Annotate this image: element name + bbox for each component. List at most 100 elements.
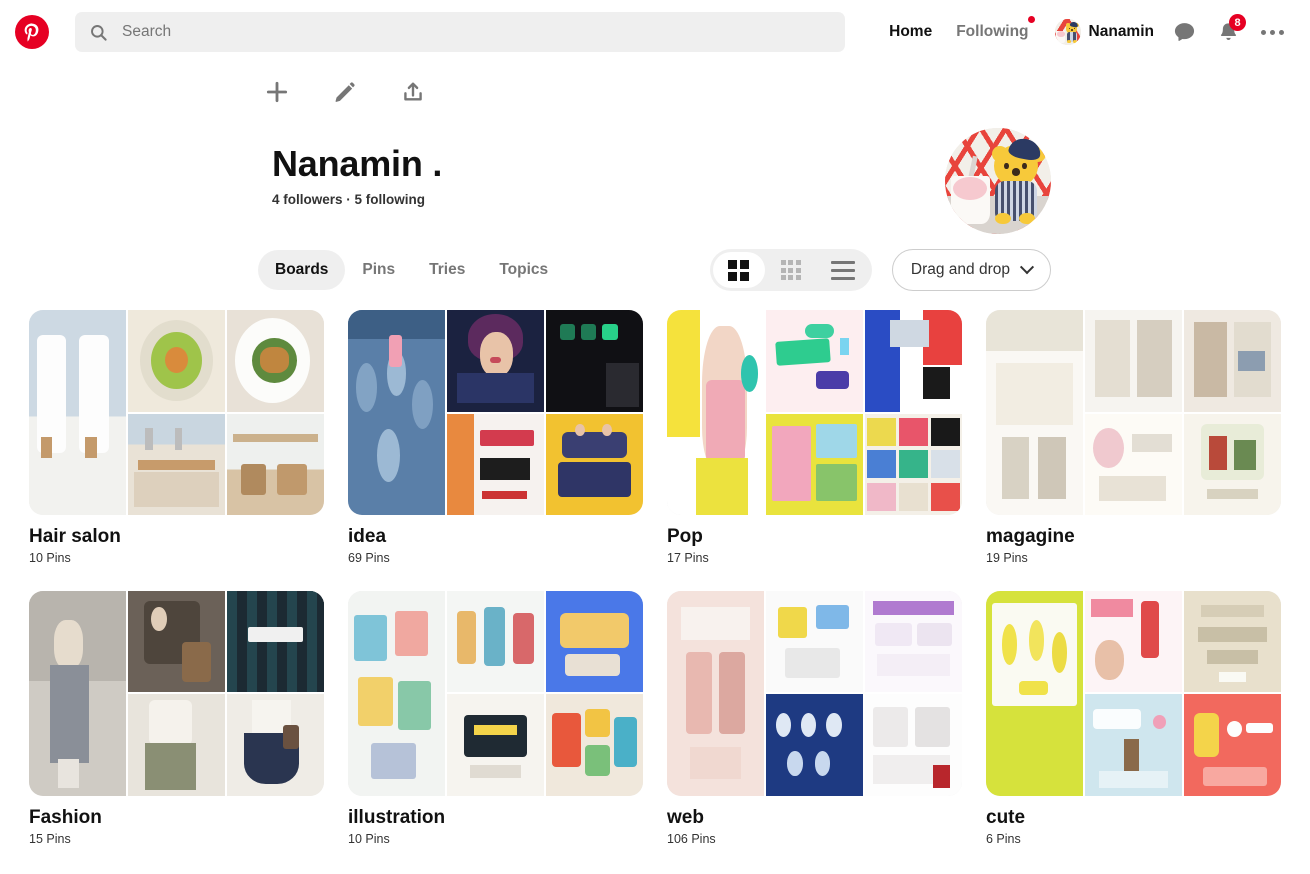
board-card[interactable]: magagine 19 Pins [986,310,1281,565]
cover-tile [227,310,324,412]
nav-following-label: Following [956,23,1029,40]
cover-tile [1085,413,1182,515]
boards-grid: Hair salon 10 Pins idea 69 Pins Pop 17 P… [0,296,1310,846]
grid-2x2-icon[interactable] [712,252,765,288]
cover-tile [128,413,225,515]
notifications-button[interactable]: 8 [1208,12,1248,52]
edit-icon[interactable] [332,79,358,105]
view-controls: Drag and drop [709,249,1051,291]
cover-tile [128,590,225,693]
list-view-icon[interactable] [817,252,869,288]
tab-boards[interactable]: Boards [258,250,346,290]
cover-tile [29,310,126,515]
tab-topics-label: Topics [499,261,549,278]
grid-3x3-icon[interactable] [765,252,817,288]
cover-tile [1085,694,1182,796]
board-card[interactable]: Fashion 15 Pins [29,590,324,846]
board-card[interactable]: idea 69 Pins [348,310,643,565]
board-card[interactable]: Pop 17 Pins [667,310,962,565]
nav-right-group: Home Following Nanamin 8 [877,12,1292,52]
sort-dropdown-label: Drag and drop [910,261,1010,278]
cover-tile [227,590,324,693]
search-bar[interactable] [75,12,845,52]
profile-tabs-row: Boards Pins Tries Topics Drag and drop [0,240,1310,296]
board-title: Pop [667,526,703,547]
share-icon[interactable] [400,79,426,105]
board-pin-count: 10 Pins [348,831,390,846]
cover-tile [986,310,1083,515]
cover-tile [766,413,863,515]
board-title: idea [348,526,387,547]
sort-dropdown[interactable]: Drag and drop [891,249,1051,291]
nav-home[interactable]: Home [877,23,944,41]
cover-tile [1085,310,1182,412]
profile-action-icons [0,64,1310,120]
board-title: web [667,806,704,828]
tab-pins[interactable]: Pins [345,250,412,290]
cover-tile [447,694,544,796]
board-cover-collage [348,310,643,515]
profile-avatar[interactable] [945,128,1051,234]
search-icon [91,24,107,41]
board-cover-collage [986,590,1281,796]
cover-tile [546,310,643,412]
view-toggle-group [709,249,872,291]
cover-tile [546,694,643,796]
board-cover-collage [29,310,324,515]
board-cover-collage [986,310,1281,515]
board-cover-collage [667,310,962,515]
board-pin-count: 6 Pins [986,831,1021,846]
cover-tile [766,694,863,796]
board-pin-count: 69 Pins [348,550,390,565]
following-dot-badge [1027,16,1035,23]
cover-tile [546,590,643,693]
board-card[interactable]: cute 6 Pins [986,590,1281,846]
cover-tile [766,590,863,693]
cover-tile [227,694,324,796]
board-pin-count: 10 Pins [29,550,71,565]
nav-following[interactable]: Following [944,16,1040,41]
cover-tile [667,590,764,796]
cover-tile [1184,413,1281,515]
board-title: magagine [986,526,1075,547]
chevron-down-icon [1019,260,1035,275]
cover-tile [447,413,544,515]
cover-tile [865,310,962,412]
cover-tile [447,310,544,412]
cover-tile [348,590,445,796]
board-cover-collage [29,590,324,796]
profile-tabs: Boards Pins Tries Topics [258,250,565,290]
top-navigation-bar: Home Following Nanamin [0,0,1310,64]
cover-tile [348,310,445,515]
board-pin-count: 19 Pins [986,550,1028,565]
tab-boards-label: Boards [275,261,329,278]
pinterest-logo-icon[interactable] [15,15,49,49]
add-icon[interactable] [264,79,290,105]
tab-tries-label: Tries [429,261,466,278]
cover-tile [865,694,962,796]
cover-tile [447,590,544,693]
user-menu[interactable]: Nanamin [1041,19,1160,45]
cover-tile [667,310,764,515]
cover-tile [128,694,225,796]
cover-tile [1184,310,1281,412]
cover-tile [546,413,643,515]
messages-button[interactable] [1164,12,1204,52]
tab-pins-label: Pins [362,261,396,278]
tab-tries[interactable]: Tries [412,250,482,290]
cover-tile [29,590,126,796]
board-card[interactable]: Hair salon 10 Pins [29,310,324,565]
board-pin-count: 106 Pins [667,831,716,846]
tab-topics[interactable]: Topics [482,250,565,290]
board-card[interactable]: web 106 Pins [667,590,962,846]
search-input[interactable] [120,22,831,42]
board-title: Fashion [29,806,102,828]
notification-count-badge: 8 [1229,14,1246,31]
more-options-button[interactable] [1252,12,1292,52]
board-cover-collage [348,590,643,796]
board-title: cute [986,806,1026,828]
cover-tile [1184,694,1281,796]
board-card[interactable]: illustration 10 Pins [348,590,643,846]
board-cover-collage [667,590,962,796]
cover-tile [227,413,324,515]
